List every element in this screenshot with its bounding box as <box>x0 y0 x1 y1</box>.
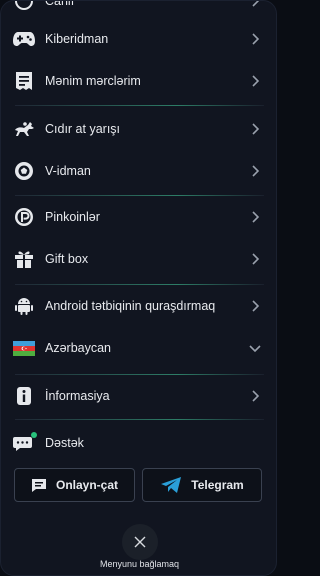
menu-item-label: V-idman <box>45 164 91 178</box>
chevron-down-icon <box>249 345 261 353</box>
menu-item-information[interactable]: İnformasiya <box>1 376 276 416</box>
menu-item-my-bets[interactable]: Mənim mərclərim <box>1 61 276 101</box>
online-chat-button[interactable]: Onlayn-çat <box>14 468 135 502</box>
azerbaijan-flag-icon <box>13 337 35 359</box>
chevron-right-icon <box>252 165 260 177</box>
chevron-right-icon <box>252 33 260 45</box>
divider <box>15 419 264 420</box>
language-label: Azərbaycan <box>45 341 112 355</box>
menu-item-label: Kiberidman <box>45 32 109 46</box>
menu-item-label: Gift box <box>45 252 89 266</box>
menu-item-label: Mənim mərclərim <box>45 74 141 88</box>
menu-item-esports[interactable]: Kiberidman <box>1 19 276 59</box>
divider <box>15 284 264 285</box>
pincoin-icon <box>13 206 35 228</box>
menu-item-live[interactable]: Canlı <box>1 0 276 21</box>
chevron-right-icon <box>252 1 260 7</box>
horse-racing-icon <box>13 118 35 140</box>
chevron-right-icon <box>252 300 260 312</box>
chevron-right-icon <box>252 390 260 402</box>
divider <box>15 374 264 375</box>
menu-item-label: İnformasiya <box>45 389 110 403</box>
menu-item-label: Dəstək <box>45 436 84 450</box>
mobile-menu-panel: Canlı Kiberidman Mənim mərclərim Cıdır a… <box>0 0 277 576</box>
chat-icon <box>31 478 46 492</box>
menu-item-support[interactable]: Dəstək <box>1 423 276 463</box>
menu-item-android-app[interactable]: Android tətbiqinin quraşdırmaq <box>1 286 276 326</box>
gift-icon <box>13 248 35 270</box>
telegram-button[interactable]: Telegram <box>142 468 262 502</box>
live-icon <box>13 1 35 12</box>
online-status-dot <box>31 432 37 438</box>
virtual-sport-icon <box>13 160 35 182</box>
menu-item-pincoins[interactable]: Pinkoinlər <box>1 197 276 237</box>
telegram-icon <box>161 477 182 493</box>
language-selector[interactable]: Azərbaycan <box>1 328 276 368</box>
chevron-right-icon <box>252 75 260 87</box>
chevron-right-icon <box>252 253 260 265</box>
divider <box>15 195 264 196</box>
support-chat-icon <box>13 432 37 454</box>
menu-item-label: Pinkoinlər <box>45 210 100 224</box>
online-chat-label: Onlayn-çat <box>55 478 118 492</box>
telegram-label: Telegram <box>191 478 244 492</box>
chevron-right-icon <box>252 211 260 223</box>
close-menu-label: Menyunu bağlamaq <box>99 559 180 569</box>
close-icon <box>134 536 146 548</box>
close-menu-button[interactable] <box>122 524 158 560</box>
info-icon <box>13 385 35 407</box>
android-icon <box>13 295 35 317</box>
divider <box>15 105 264 106</box>
chevron-right-icon <box>252 123 260 135</box>
menu-item-label: Canlı <box>45 0 75 8</box>
menu-item-horse-racing[interactable]: Cıdır at yarışı <box>1 109 276 149</box>
menu-item-label: Cıdır at yarışı <box>45 122 121 136</box>
menu-item-virtual-sport[interactable]: V-idman <box>1 151 276 191</box>
menu-item-label: Android tətbiqinin quraşdırmaq <box>45 299 216 313</box>
gamepad-icon <box>13 28 35 50</box>
menu-item-gift-box[interactable]: Gift box <box>1 239 276 279</box>
receipt-icon <box>13 70 35 92</box>
